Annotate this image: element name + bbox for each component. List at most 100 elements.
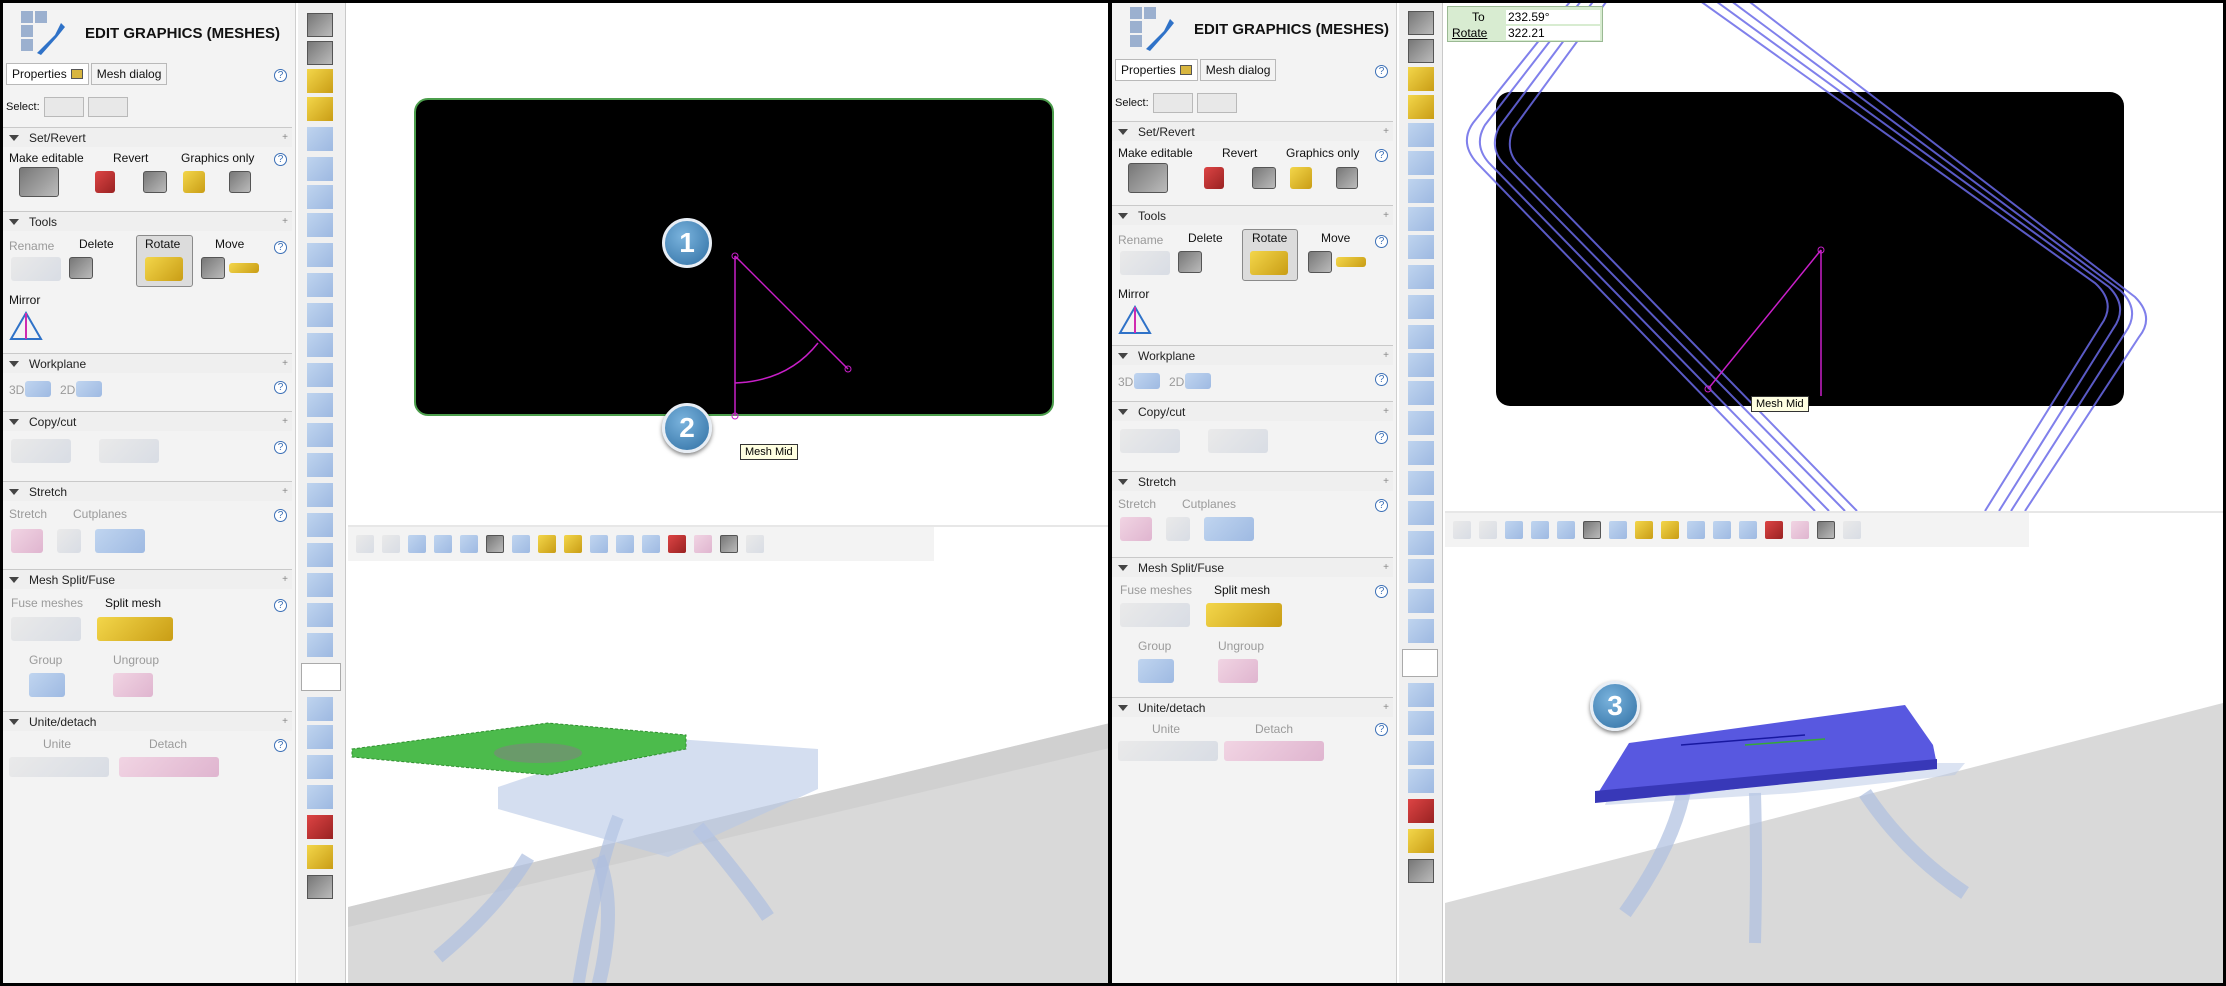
help-icon[interactable]: ?: [274, 599, 287, 612]
pdf-icon[interactable]: [307, 543, 333, 567]
monitor-icon[interactable]: [1408, 265, 1434, 289]
section-mesh-split-fuse[interactable]: Mesh Split/Fuse: [3, 569, 292, 590]
cross-tools-icon[interactable]: [307, 213, 333, 237]
film-icon[interactable]: [1408, 589, 1434, 613]
3d-viewport[interactable]: 3: [1445, 513, 2223, 983]
figure-icon[interactable]: [1408, 619, 1434, 643]
unite-button[interactable]: [9, 757, 109, 777]
fuse-meshes-button[interactable]: [11, 617, 81, 641]
cross-tools-icon[interactable]: [1408, 207, 1434, 231]
hook-icon[interactable]: [307, 363, 333, 387]
help-icon[interactable]: ?: [1375, 149, 1388, 162]
flask-icon[interactable]: [1408, 325, 1434, 349]
material-icon[interactable]: [1408, 67, 1434, 91]
circle-icon[interactable]: [307, 725, 333, 749]
home-icon[interactable]: [1408, 151, 1434, 175]
help-icon[interactable]: ?: [274, 441, 287, 454]
delete-button[interactable]: [1178, 251, 1202, 273]
paint-icon[interactable]: [1408, 95, 1434, 119]
home-icon[interactable]: [307, 157, 333, 181]
section-unite-detach[interactable]: Unite/detach: [1112, 697, 1393, 718]
calendar-icon[interactable]: [1408, 471, 1434, 495]
tab-mesh-dialog[interactable]: Mesh dialog: [90, 63, 168, 85]
cutplanes-left-button[interactable]: [57, 529, 81, 553]
help-icon[interactable]: ?: [1375, 373, 1388, 386]
cut-button[interactable]: [1208, 429, 1268, 453]
binoculars-icon[interactable]: [1408, 859, 1434, 883]
ungroup-button[interactable]: [113, 673, 153, 697]
section-workplane[interactable]: Workplane: [1112, 345, 1393, 366]
help-icon[interactable]: ?: [274, 739, 287, 752]
3d-viewport[interactable]: [348, 527, 1108, 983]
column-icon[interactable]: [307, 513, 333, 537]
overlap-icon[interactable]: [1408, 769, 1434, 793]
box-icon[interactable]: [1408, 11, 1434, 35]
graphics-only-button[interactable]: [183, 171, 205, 193]
help-icon[interactable]: ?: [274, 381, 287, 394]
graphics-only-button[interactable]: [1290, 167, 1312, 189]
pdf-icon[interactable]: [1408, 531, 1434, 555]
person-icon[interactable]: [1408, 179, 1434, 203]
section-tools[interactable]: Tools: [1112, 205, 1393, 226]
section-tools[interactable]: Tools: [3, 211, 292, 232]
make-editable-button[interactable]: [19, 167, 59, 197]
measure-icon[interactable]: [1408, 381, 1434, 405]
section-copy-cut[interactable]: Copy/cut: [1112, 401, 1393, 422]
select-group-button[interactable]: [87, 97, 128, 117]
cutplanes-left-button[interactable]: [1166, 517, 1190, 541]
workplane-3d-button[interactable]: [25, 381, 51, 397]
wrench-icon[interactable]: [301, 663, 341, 691]
section-set-revert[interactable]: Set/Revert: [3, 127, 292, 148]
to-angle-field[interactable]: 232.59°: [1506, 10, 1600, 24]
light-icon[interactable]: [1408, 123, 1434, 147]
figure-icon[interactable]: [307, 633, 333, 657]
flask-icon[interactable]: [307, 333, 333, 357]
clock-icon[interactable]: [307, 755, 333, 779]
help-icon[interactable]: ?: [1375, 499, 1388, 512]
workplane-2d-button[interactable]: [76, 381, 102, 397]
revert-button[interactable]: [95, 171, 115, 193]
tree-icon[interactable]: [307, 453, 333, 477]
move-button[interactable]: [1308, 251, 1332, 273]
stretch-button[interactable]: [1120, 517, 1152, 541]
section-workplane[interactable]: Workplane: [3, 353, 292, 374]
help-icon[interactable]: ?: [1375, 431, 1388, 444]
detach-button[interactable]: [1224, 741, 1324, 761]
split-mesh-button[interactable]: [1206, 603, 1282, 627]
wrench-icon[interactable]: [1402, 649, 1438, 677]
select-object-button[interactable]: [43, 97, 84, 117]
circle-icon[interactable]: [1408, 711, 1434, 735]
ungroup-button[interactable]: [1218, 659, 1258, 683]
rename-button[interactable]: [1120, 251, 1170, 275]
magnet-icon[interactable]: [307, 303, 333, 327]
magnet-icon[interactable]: [1408, 295, 1434, 319]
tab-mesh-dialog[interactable]: Mesh dialog: [1199, 59, 1277, 81]
section-set-revert[interactable]: Set/Revert: [1112, 121, 1393, 142]
hatch-icon[interactable]: [1408, 683, 1434, 707]
chevron-down-icon[interactable]: [1408, 559, 1434, 583]
plan-viewport[interactable]: Mesh Mid To 232.59° Rotate 322.21: [1445, 3, 2223, 511]
section-mesh-split-fuse[interactable]: Mesh Split/Fuse: [1112, 557, 1393, 578]
pin-icon[interactable]: [307, 243, 333, 267]
light-icon[interactable]: [307, 127, 333, 151]
column-icon[interactable]: [1408, 501, 1434, 525]
workplane-2d-button[interactable]: [1185, 373, 1211, 389]
make-editable-button[interactable]: [1128, 163, 1168, 193]
delete-button[interactable]: [69, 257, 93, 279]
clock-icon[interactable]: [1408, 741, 1434, 765]
hook-icon[interactable]: [1408, 353, 1434, 377]
rename-button[interactable]: [11, 257, 61, 281]
group-button[interactable]: [1138, 659, 1174, 683]
help-icon[interactable]: ?: [1375, 235, 1388, 248]
stairs-icon[interactable]: [1408, 411, 1434, 435]
move-button[interactable]: [201, 257, 225, 279]
help-icon[interactable]: ?: [274, 69, 287, 82]
sketchup-icon[interactable]: [307, 815, 333, 839]
wall-icon[interactable]: [307, 41, 333, 65]
workplane-3d-button[interactable]: [1134, 373, 1160, 389]
section-copy-cut[interactable]: Copy/cut: [3, 411, 292, 432]
copy-button[interactable]: [11, 439, 71, 463]
measure-icon[interactable]: [307, 393, 333, 417]
monitor-icon[interactable]: [307, 273, 333, 297]
select-object-button[interactable]: [1152, 93, 1193, 113]
